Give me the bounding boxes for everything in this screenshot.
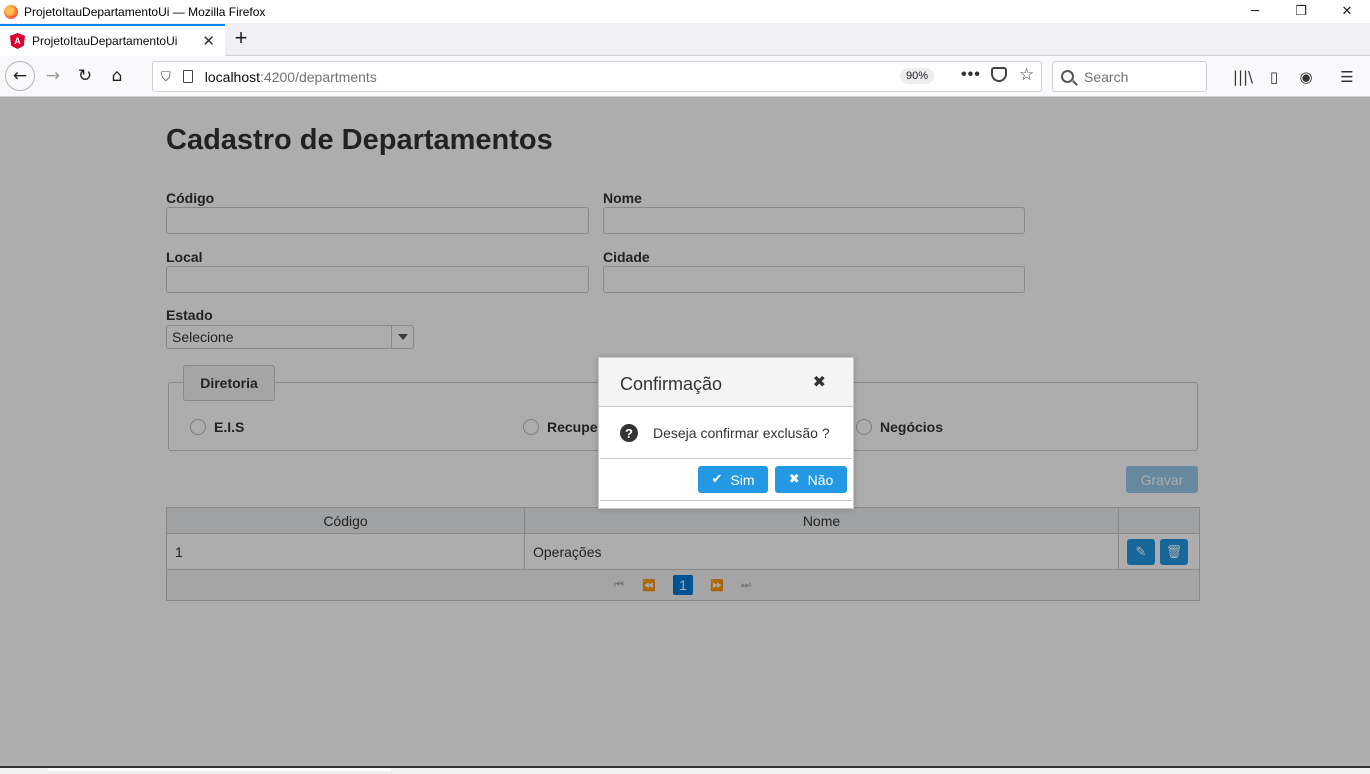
pocket-icon[interactable] — [991, 67, 1007, 82]
menu-icon[interactable]: ☰ — [1336, 66, 1358, 88]
back-button[interactable]: ← — [5, 61, 35, 91]
dialog-header: Confirmação ✖ — [599, 358, 853, 407]
confirm-yes-label: Sim — [730, 471, 755, 488]
sidebar-icon[interactable]: ▯ — [1263, 66, 1285, 88]
account-icon[interactable]: ◉ — [1295, 66, 1317, 88]
url-text[interactable]: localhost:4200/departments — [205, 69, 377, 85]
firefox-logo-icon — [4, 4, 18, 19]
tab-strip: A ProjetoItauDepartamentoUi ✕ + — [0, 23, 1370, 56]
restore-button[interactable]: ❐ — [1278, 0, 1324, 23]
tab-close-icon[interactable]: ✕ — [202, 32, 215, 50]
close-window-button[interactable]: ✕ — [1324, 0, 1370, 23]
search-input[interactable]: Search — [1052, 61, 1207, 92]
search-icon — [1061, 70, 1074, 83]
url-path: :4200/departments — [260, 68, 377, 85]
library-icon[interactable]: |||\ — [1232, 66, 1254, 88]
taskbar-highlight — [48, 768, 391, 771]
search-placeholder: Search — [1084, 68, 1129, 85]
shield-icon[interactable]: ⛉ — [161, 69, 171, 85]
url-bar[interactable]: ⛉ localhost:4200/departments 90% ••• ☆ — [152, 61, 1042, 92]
page-info-icon[interactable] — [182, 70, 193, 83]
tab-active[interactable]: A ProjetoItauDepartamentoUi ✕ — [0, 24, 225, 56]
tab-label: ProjetoItauDepartamentoUi — [32, 34, 178, 48]
zoom-indicator[interactable]: 90% — [900, 68, 935, 84]
check-icon: ✔ — [711, 472, 723, 487]
minimize-button[interactable]: ─ — [1232, 0, 1278, 23]
home-button[interactable]: ⌂ — [102, 61, 132, 91]
window-title: ProjetoItauDepartamentoUi — Mozilla Fire… — [24, 4, 266, 19]
confirm-dialog: Confirmação ✖ ? Deseja confirmar exclusã… — [598, 357, 854, 509]
page-content: Cadastro de Departamentos Código Nome Lo… — [0, 97, 1370, 774]
confirm-no-button[interactable]: ✖ Não — [775, 466, 847, 493]
question-icon: ? — [620, 424, 638, 442]
taskbar-edge — [0, 766, 1370, 774]
times-icon: ✖ — [788, 472, 800, 487]
dialog-footer: ✔ Sim ✖ Não — [600, 458, 852, 501]
forward-button[interactable]: → — [38, 61, 68, 91]
window-titlebar: ProjetoItauDepartamentoUi — Mozilla Fire… — [0, 0, 1370, 23]
bookmark-star-icon[interactable]: ☆ — [1019, 65, 1034, 85]
reload-button[interactable]: ↻ — [70, 61, 100, 91]
angular-icon: A — [10, 33, 25, 49]
page-actions-icon[interactable]: ••• — [961, 66, 981, 84]
confirm-no-label: Não — [807, 471, 834, 488]
url-host: localhost — [204, 68, 261, 85]
close-icon[interactable]: ✖ — [813, 372, 826, 391]
dialog-message: Deseja confirmar exclusão ? — [653, 425, 830, 441]
window-controls: ─ ❐ ✕ — [1232, 0, 1370, 23]
confirm-yes-button[interactable]: ✔ Sim — [698, 466, 768, 493]
nav-toolbar: ← → ↻ ⌂ ⛉ localhost:4200/departments 90%… — [0, 56, 1370, 97]
new-tab-button[interactable]: + — [230, 25, 252, 50]
dialog-title: Confirmação — [620, 374, 723, 394]
